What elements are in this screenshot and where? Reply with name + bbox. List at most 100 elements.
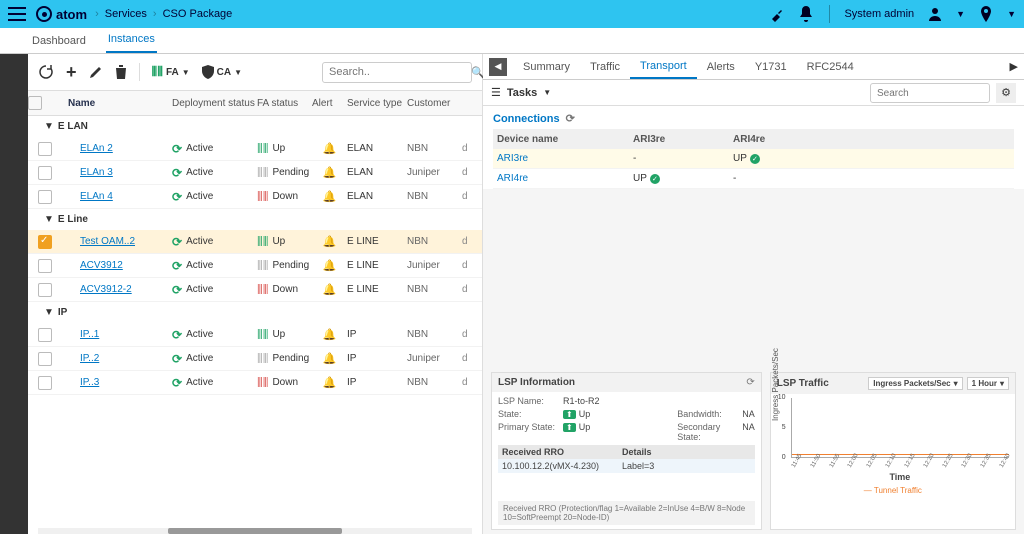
connections-title: Connections bbox=[493, 113, 560, 125]
instance-link[interactable]: IP..3 bbox=[62, 377, 172, 388]
instance-link[interactable]: IP..2 bbox=[62, 353, 172, 364]
card-title: LSP Traffic bbox=[777, 378, 829, 389]
row-checkbox[interactable] bbox=[38, 259, 52, 273]
top-bar: atom › Services › CSO Package System adm… bbox=[0, 0, 1024, 28]
tab-summary[interactable]: Summary bbox=[513, 54, 580, 79]
add-icon[interactable]: + bbox=[66, 62, 77, 83]
connection-row[interactable]: ARI4reUP ✓- bbox=[493, 169, 1014, 189]
row-checkbox[interactable] bbox=[38, 142, 52, 156]
location-icon[interactable] bbox=[979, 6, 993, 22]
instance-link[interactable]: ELAn 3 bbox=[62, 167, 172, 178]
pulse-icon: ⦀⦀ bbox=[257, 327, 268, 343]
app-logo[interactable]: atom bbox=[36, 6, 87, 22]
col-deployment-status[interactable]: Deployment status bbox=[172, 98, 257, 109]
rro-footer: Received RRO (Protection/flag 1=Availabl… bbox=[498, 501, 755, 525]
refresh-icon[interactable]: ⟳ bbox=[566, 112, 575, 125]
device-link[interactable]: ARI3re bbox=[493, 153, 633, 164]
metric-select[interactable]: Ingress Packets/Sec▾ bbox=[868, 377, 962, 390]
edit-icon[interactable] bbox=[89, 65, 103, 79]
user-icon[interactable] bbox=[928, 7, 942, 21]
active-icon: ⟳ bbox=[172, 283, 182, 297]
x-tick: 12:30 bbox=[961, 457, 971, 469]
tasks-label[interactable]: Tasks bbox=[507, 87, 537, 99]
play-icon[interactable]: ▶ bbox=[1010, 60, 1018, 73]
active-icon: ⟳ bbox=[172, 376, 182, 390]
col-name[interactable]: Name bbox=[62, 98, 172, 109]
tab-dashboard[interactable]: Dashboard bbox=[30, 29, 88, 53]
tab-instances[interactable]: Instances bbox=[106, 27, 157, 53]
x-tick: 12:25 bbox=[942, 457, 952, 469]
chevron-down-icon[interactable]: ▼ bbox=[543, 88, 551, 97]
instance-link[interactable]: ACV3912-2 bbox=[62, 284, 172, 295]
row-checkbox[interactable] bbox=[38, 352, 52, 366]
instance-link[interactable]: IP..1 bbox=[62, 329, 172, 340]
table-row[interactable]: IP..2⟳Active⦀⦀Pending🔔IPJuniperd bbox=[28, 347, 482, 371]
row-checkbox[interactable] bbox=[38, 328, 52, 342]
row-checkbox[interactable] bbox=[38, 376, 52, 390]
connection-row[interactable]: ARI3re-UP ✓ bbox=[493, 149, 1014, 169]
bell-icon: 🔔 bbox=[323, 353, 337, 365]
col-fa-status[interactable]: FA status bbox=[257, 98, 312, 109]
lsp-traffic-card: LSP Traffic Ingress Packets/Sec▾ 1 Hour▾… bbox=[770, 372, 1016, 530]
tab-transport[interactable]: Transport bbox=[630, 54, 697, 79]
table-row[interactable]: IP..3⟳Active⦀⦀Down🔔IPNBNd bbox=[28, 371, 482, 395]
group-header[interactable]: ▼ E Line bbox=[28, 209, 482, 230]
lsp-info-card: LSP Information ⟳ LSP Name:R1-to-R2 Stat… bbox=[491, 372, 762, 530]
bell-icon[interactable] bbox=[799, 6, 815, 22]
chevron-down-icon: ▾ bbox=[954, 379, 958, 388]
pulse-icon: ⦀⦀ bbox=[257, 234, 268, 250]
rro-row[interactable]: 10.100.12.2(vMX-4.230) Label=3 bbox=[498, 459, 755, 473]
table-row[interactable]: IP..1⟳Active⦀⦀Up🔔IPNBNd bbox=[28, 323, 482, 347]
traffic-chart: Ingress Packets/Sec 10 5 0 11:4511:5011:… bbox=[771, 394, 1015, 484]
refresh-icon[interactable] bbox=[38, 64, 54, 80]
settings-icon[interactable]: ⚙ bbox=[996, 83, 1016, 103]
tab-rfc2544[interactable]: RFC2544 bbox=[797, 54, 864, 79]
bell-icon: 🔔 bbox=[323, 143, 337, 155]
col-alert[interactable]: Alert bbox=[312, 98, 347, 109]
fa-dropdown[interactable]: ⦀⦀ FA ▼ bbox=[152, 64, 190, 80]
row-checkbox[interactable] bbox=[38, 235, 52, 249]
table-row[interactable]: Test OAM..2⟳Active⦀⦀Up🔔E LINENBNd bbox=[28, 230, 482, 254]
chevron-down-icon[interactable]: ▼ bbox=[1007, 9, 1016, 19]
select-all-checkbox[interactable] bbox=[28, 96, 42, 110]
table-row[interactable]: ELAn 3⟳Active⦀⦀Pending🔔ELANJuniperd bbox=[28, 161, 482, 185]
ca-dropdown[interactable]: CA ▼ bbox=[202, 65, 242, 79]
row-checkbox[interactable] bbox=[38, 283, 52, 297]
tab-traffic[interactable]: Traffic bbox=[580, 54, 630, 79]
refresh-icon[interactable]: ⟳ bbox=[746, 377, 754, 388]
row-checkbox[interactable] bbox=[38, 190, 52, 204]
chevron-down-icon[interactable]: ▼ bbox=[956, 9, 965, 19]
breadcrumb-services[interactable]: Services bbox=[105, 8, 147, 20]
delete-icon[interactable] bbox=[115, 65, 127, 79]
left-search[interactable]: 🔍 bbox=[322, 62, 472, 83]
table-row[interactable]: ACV3912⟳Active⦀⦀Pending🔔E LINEJuniperd bbox=[28, 254, 482, 278]
collapse-left-icon[interactable]: ◀ bbox=[489, 58, 507, 76]
collapsed-sidebar[interactable] bbox=[0, 54, 28, 534]
device-link[interactable]: ARI4re bbox=[493, 173, 633, 184]
brand-text: atom bbox=[56, 7, 87, 22]
table-row[interactable]: ELAn 4⟳Active⦀⦀Down🔔ELANNBNd bbox=[28, 185, 482, 209]
instance-link[interactable]: ELAn 4 bbox=[62, 191, 172, 202]
instance-link[interactable]: ACV3912 bbox=[62, 260, 172, 271]
bell-icon: 🔔 bbox=[323, 329, 337, 341]
wrench-icon[interactable] bbox=[769, 6, 785, 22]
tab-y1731[interactable]: Y1731 bbox=[745, 54, 797, 79]
range-select[interactable]: 1 Hour▾ bbox=[967, 377, 1009, 390]
col-customer[interactable]: Customer bbox=[407, 98, 462, 109]
instance-link[interactable]: Test OAM..2 bbox=[62, 236, 172, 247]
hamburger-icon[interactable] bbox=[8, 7, 28, 21]
row-checkbox[interactable] bbox=[38, 166, 52, 180]
tab-alerts[interactable]: Alerts bbox=[697, 54, 745, 79]
table-row[interactable]: ELAn 2⟳Active⦀⦀Up🔔ELANNBNd bbox=[28, 137, 482, 161]
horizontal-scrollbar[interactable] bbox=[38, 528, 472, 534]
col-service-type[interactable]: Service type bbox=[347, 98, 407, 109]
up-badge: ⬆ bbox=[563, 423, 576, 432]
table-row[interactable]: ACV3912-2⟳Active⦀⦀Down🔔E LINENBNd bbox=[28, 278, 482, 302]
breadcrumb-package[interactable]: CSO Package bbox=[163, 8, 233, 20]
search-input[interactable] bbox=[877, 88, 983, 99]
instance-link[interactable]: ELAn 2 bbox=[62, 143, 172, 154]
group-header[interactable]: ▼ IP bbox=[28, 302, 482, 323]
breadcrumb: › Services › CSO Package bbox=[95, 8, 232, 20]
search-input[interactable] bbox=[329, 66, 471, 78]
group-header[interactable]: ▼ E LAN bbox=[28, 116, 482, 137]
